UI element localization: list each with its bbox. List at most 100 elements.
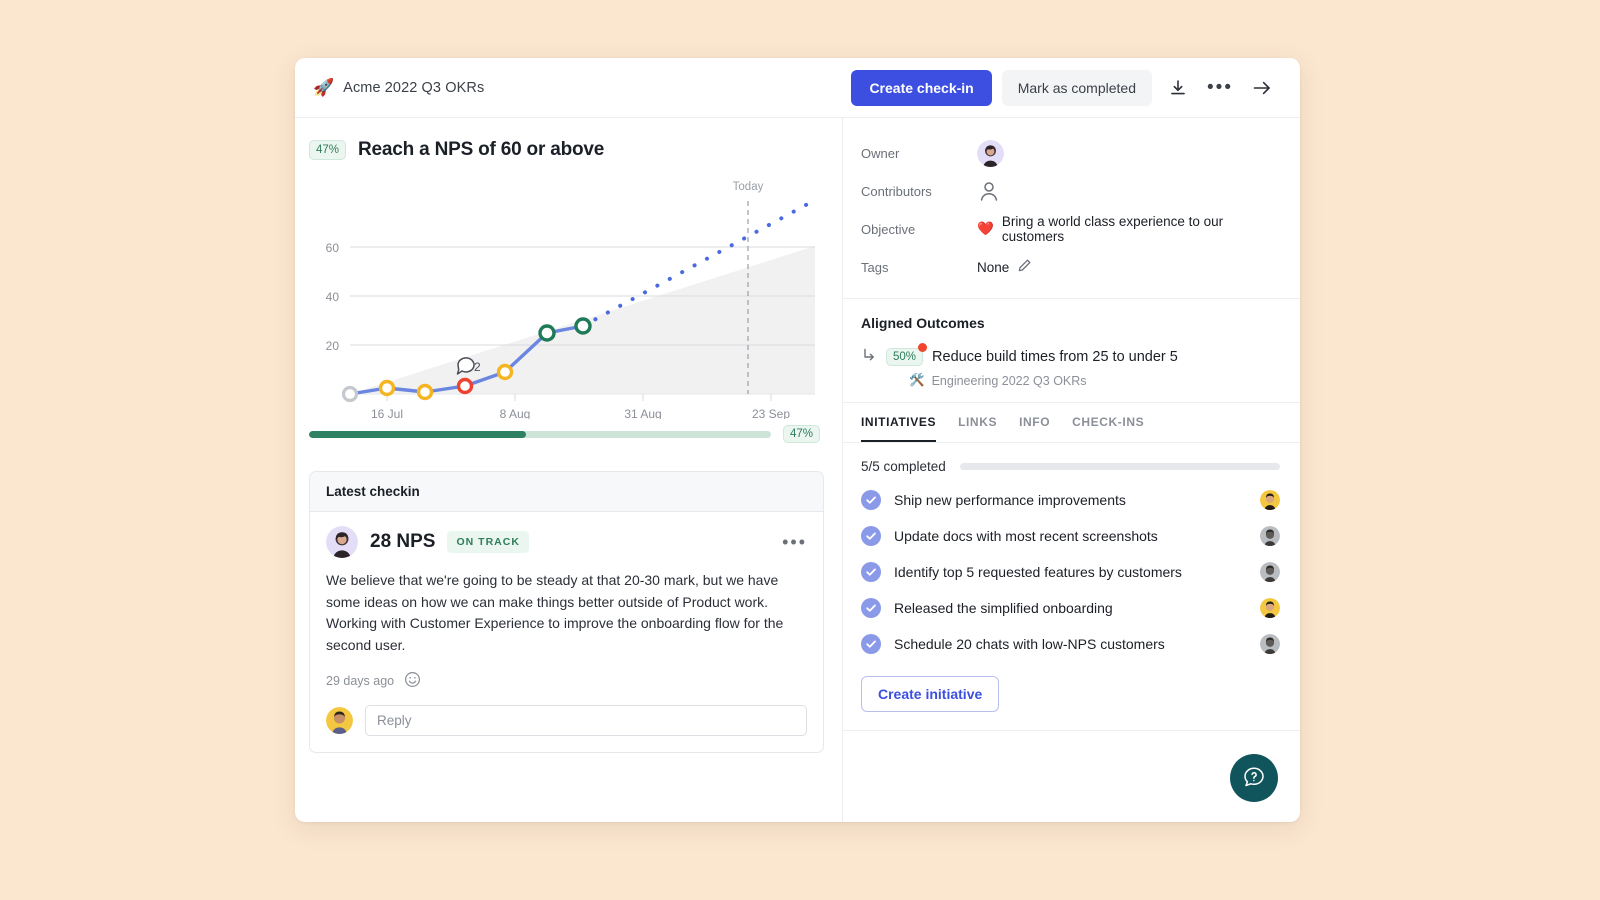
chart-point-on-track [574, 317, 592, 335]
avatar[interactable] [1260, 490, 1280, 510]
details-row-contributors: Contributors [861, 172, 1280, 210]
checkin-timestamp: 29 days ago [326, 673, 395, 688]
aligned-outcome-parent[interactable]: 🛠️ Engineering 2022 Q3 OKRs [909, 373, 1280, 388]
create-initiative-button[interactable]: Create initiative [861, 676, 1000, 712]
list-item[interactable]: Update docs with most recent screenshots [861, 518, 1280, 554]
details-row-tags: Tags None [861, 248, 1280, 286]
check-icon[interactable] [861, 598, 881, 618]
aligned-outcome-percent: 50% [886, 348, 924, 366]
objective-title: Bring a world class experience to our cu… [1001, 214, 1224, 244]
initiatives-section: 5/5 completed Ship new performance impro… [843, 443, 1300, 731]
initiative-label: Ship new performance improvements [894, 492, 1126, 508]
heart-icon: ❤️ [977, 221, 994, 236]
aligned-outcomes-section: Aligned Outcomes 50% Reduce build times … [843, 299, 1300, 403]
chart-x-axis-labels: 16 Jul 8 Aug 31 Aug 23 Sep [371, 407, 790, 419]
card-body: 47% Reach a NPS of 60 or above 20 40 60 … [295, 118, 1300, 822]
download-button[interactable] [1162, 72, 1194, 104]
download-icon [1168, 78, 1188, 98]
objective-link[interactable]: ❤️ Bring a world class experience to our… [977, 214, 1280, 244]
key-result-progress-fill [309, 430, 527, 438]
check-icon[interactable] [861, 526, 881, 546]
check-icon[interactable] [861, 490, 881, 510]
details-row-objective: Objective ❤️ Bring a world class experie… [861, 210, 1280, 248]
avatar[interactable] [1260, 526, 1280, 546]
tab-links[interactable]: LINKS [958, 403, 997, 442]
arrow-right-icon [1251, 77, 1273, 99]
header-breadcrumb[interactable]: 🚀 Acme 2022 Q3 OKRs [313, 79, 484, 96]
details-row-owner: Owner [861, 134, 1280, 172]
help-button[interactable] [1230, 754, 1278, 802]
svg-text:2: 2 [474, 360, 481, 374]
initiatives-progress: 5/5 completed [861, 459, 1280, 474]
create-checkin-button[interactable]: Create check-in [851, 69, 992, 106]
header-actions: Create check-in Mark as completed ••• [851, 69, 1278, 106]
key-result-title: Reach a NPS of 60 or above [358, 139, 605, 160]
mark-completed-button[interactable]: Mark as completed [1001, 69, 1152, 106]
reply-input[interactable] [365, 704, 807, 736]
list-item[interactable]: Schedule 20 chats with low-NPS customers [861, 626, 1280, 662]
checkin-more-icon[interactable]: ••• [782, 532, 807, 553]
left-column: 47% Reach a NPS of 60 or above 20 40 60 … [295, 118, 843, 822]
reply-row [326, 704, 807, 736]
avatar[interactable] [1260, 562, 1280, 582]
rocket-icon: 🚀 [313, 78, 335, 97]
latest-checkin-panel: Latest checkin 28 NPS ON TRACK ••• We be… [309, 471, 824, 753]
latest-checkin-body: 28 NPS ON TRACK ••• We believe that we'r… [310, 512, 823, 752]
key-result-percent-badge: 47% [309, 139, 347, 161]
key-result-progress-label: 47% [782, 425, 820, 443]
list-item[interactable]: Ship new performance improvements [861, 482, 1280, 518]
svg-text:60: 60 [326, 241, 340, 255]
svg-text:40: 40 [326, 290, 340, 304]
initiatives-list: Ship new performance improvements Update… [861, 482, 1280, 662]
list-item[interactable]: Released the simplified onboarding [861, 590, 1280, 626]
smiley-icon[interactable] [404, 671, 421, 691]
chart-point-at-risk [496, 363, 514, 381]
chart-svg: 20 40 60 16 Jul 8 Aug 31 Aug 23 Sep Toda… [326, 181, 817, 419]
help-chat-icon [1242, 765, 1266, 792]
initiatives-progress-track [959, 463, 1280, 470]
initiative-label: Schedule 20 chats with low-NPS customers [894, 636, 1165, 652]
check-icon[interactable] [861, 634, 881, 654]
person-icon[interactable] [977, 179, 1001, 203]
checkin-value: 28 NPS [370, 531, 436, 552]
page-root: 🚀 Acme 2022 Q3 OKRs Create check-in Mark… [0, 0, 1600, 900]
initiative-label: Update docs with most recent screenshots [894, 528, 1158, 544]
chart-point-at-risk [416, 383, 434, 401]
right-column: Owner Contributors Objective ❤️ Bring a … [843, 118, 1300, 822]
aligned-outcome-item[interactable]: 50% Reduce build times from 25 to under … [861, 343, 1280, 366]
tab-check-ins[interactable]: CHECK-INS [1072, 403, 1144, 442]
key-result-progress: 47% [295, 419, 842, 443]
details-label: Owner [861, 145, 900, 161]
more-options-button[interactable]: ••• [1204, 72, 1236, 104]
workspace-title: Acme 2022 Q3 OKRs [343, 79, 485, 96]
tab-initiatives[interactable]: INITIATIVES [861, 403, 937, 442]
card-header: 🚀 Acme 2022 Q3 OKRs Create check-in Mark… [295, 58, 1300, 118]
progress-chart[interactable]: 20 40 60 16 Jul 8 Aug 31 Aug 23 Sep Toda… [295, 169, 843, 419]
okr-detail-card: 🚀 Acme 2022 Q3 OKRs Create check-in Mark… [295, 58, 1300, 822]
tab-info[interactable]: INFO [1019, 403, 1050, 442]
avatar[interactable] [326, 526, 358, 558]
chart-y-axis: 20 40 60 [326, 241, 340, 353]
aligned-outcome-parent-name: Engineering 2022 Q3 OKRs [931, 373, 1087, 388]
checkin-meta: 29 days ago [326, 671, 807, 691]
status-badge: ON TRACK [447, 531, 529, 553]
panel-tabs: INITIATIVES LINKS INFO CHECK-INS [843, 403, 1300, 443]
subdirectory-arrow-icon [861, 347, 877, 366]
list-item[interactable]: Identify top 5 requested features by cus… [861, 554, 1280, 590]
check-icon[interactable] [861, 562, 881, 582]
svg-text:31 Aug: 31 Aug [624, 407, 661, 419]
aligned-outcomes-heading: Aligned Outcomes [861, 315, 985, 331]
svg-text:23 Sep: 23 Sep [752, 407, 790, 419]
avatar[interactable] [977, 139, 1004, 167]
pencil-icon[interactable] [1017, 258, 1032, 276]
avatar[interactable] [1260, 598, 1280, 618]
chart-point-on-track [538, 324, 556, 342]
chart-comment-annotation: 2 [456, 357, 481, 375]
avatar[interactable] [1260, 634, 1280, 654]
chart-x-axis-ticks [386, 394, 772, 401]
next-button[interactable] [1246, 72, 1278, 104]
latest-checkin-title: Latest checkin [310, 472, 823, 512]
avatar[interactable] [326, 706, 353, 734]
initiative-label: Identify top 5 requested features by cus… [894, 564, 1182, 580]
svg-text:8 Aug: 8 Aug [500, 407, 531, 419]
